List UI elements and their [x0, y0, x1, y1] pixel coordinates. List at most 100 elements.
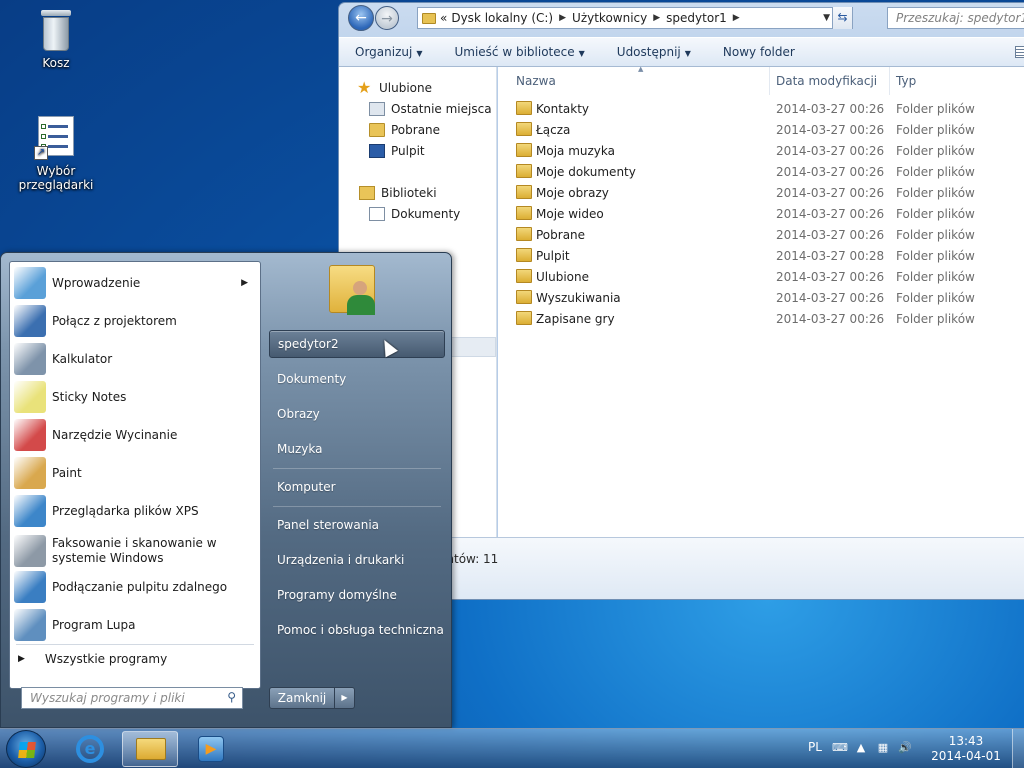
start-program-item[interactable]: Wprowadzenie ▶ — [10, 264, 260, 302]
file-date: 2014-03-27 00:26 — [776, 290, 885, 305]
nav-desktop[interactable]: Pulpit — [369, 144, 425, 158]
show-desktop-button[interactable] — [1012, 729, 1024, 768]
start-right-user-folder[interactable]: spedytor2 — [269, 330, 445, 358]
start-search-placeholder: Wyszukaj programy i pliki — [30, 691, 185, 705]
breadcrumb-separator-icon[interactable]: ▶ — [559, 13, 566, 23]
start-search-input[interactable]: Wyszukaj programy i pliki ⚲ — [21, 687, 243, 709]
show-hidden-icons-icon[interactable]: ▲ — [854, 742, 868, 754]
start-program-item[interactable]: Połącz z projektorem — [10, 302, 260, 340]
file-type: Folder plików — [896, 185, 975, 200]
breadcrumb-drive[interactable]: Dysk lokalny (C:) — [451, 11, 553, 25]
arrow-right-icon: ▶ — [18, 654, 25, 664]
file-row[interactable]: Zapisane gry 2014-03-27 00:26 Folder plikó… — [498, 308, 1024, 329]
file-row[interactable]: Moje dokumenty 2014-03-27 00:26 Folder pli… — [498, 161, 1024, 182]
network-icon[interactable]: ▦ — [876, 742, 890, 754]
start-right-pictures[interactable]: Obrazy — [269, 400, 445, 428]
start-right-default-programs[interactable]: Programy domyślne — [269, 581, 445, 609]
nav-libraries[interactable]: Biblioteki — [359, 186, 437, 200]
folder-icon — [516, 290, 532, 304]
forward-button[interactable]: → — [375, 6, 399, 30]
new-folder-button[interactable]: Nowy folder — [707, 45, 811, 59]
file-type: Folder plików — [896, 206, 975, 221]
start-right-computer[interactable]: Komputer — [269, 473, 445, 501]
file-row[interactable]: Łącza 2014-03-27 00:26 Folder plików — [498, 119, 1024, 140]
refresh-icon[interactable]: ⇆ — [832, 7, 852, 29]
folder-icon — [516, 269, 532, 283]
start-program-item[interactable]: Program Lupa — [10, 606, 260, 644]
keyboard-icon[interactable]: ⌨ — [832, 742, 848, 754]
dropdown-arrow-icon: ▼ — [416, 49, 423, 58]
start-program-item[interactable]: Podłączanie pulpitu zdalnego — [10, 568, 260, 606]
breadcrumb-separator-icon[interactable]: ▶ — [733, 13, 740, 23]
start-program-item[interactable]: Faksowanie i skanowanie w systemie Windo… — [10, 532, 260, 570]
nav-downloads[interactable]: Pobrane — [369, 123, 440, 137]
file-name: Pobrane — [536, 227, 586, 242]
start-program-label: Faksowanie i skanowanie w systemie Windo… — [52, 536, 217, 565]
share-menu[interactable]: Udostępnij ▼ — [601, 45, 707, 59]
nav-favorites-label: Ulubione — [379, 81, 433, 95]
start-program-item[interactable]: Narzędzie Wycinanie — [10, 416, 260, 454]
start-right-devices-printers[interactable]: Urządzenia i drukarki — [269, 546, 445, 574]
language-indicator[interactable]: PL — [808, 740, 822, 754]
start-program-item[interactable]: Kalkulator — [10, 340, 260, 378]
back-button[interactable]: ← — [348, 5, 374, 31]
volume-icon[interactable]: 🔊 — [898, 742, 912, 754]
recycle-bin-shortcut[interactable]: Kosz — [1, 8, 111, 70]
start-program-item[interactable]: Przeglądarka plików XPS — [10, 492, 260, 530]
folder-icon — [516, 206, 532, 220]
start-right-documents[interactable]: Dokumenty — [269, 365, 445, 393]
start-program-label: Wprowadzenie — [52, 276, 141, 290]
browser-choice-shortcut[interactable]: ↗ Wybór przeglądarki — [1, 116, 111, 192]
nav-recent-label: Ostatnie miejsca — [391, 102, 492, 116]
view-options-icon[interactable] — [1015, 46, 1024, 58]
column-type-label: Typ — [896, 74, 917, 88]
file-row[interactable]: Moja muzyka 2014-03-27 00:26 Folder plików — [498, 140, 1024, 161]
address-overflow[interactable]: « — [440, 11, 447, 25]
column-header-type[interactable]: Typ — [890, 67, 1024, 95]
start-program-item[interactable]: Sticky Notes — [10, 378, 260, 416]
organize-menu[interactable]: Organizuj ▼ — [339, 45, 438, 59]
downloads-icon — [369, 123, 385, 137]
internet-explorer-icon: e — [76, 735, 104, 763]
user-picture[interactable] — [327, 257, 379, 319]
address-dropdown-icon[interactable]: ▼ — [823, 13, 830, 23]
submenu-arrow-icon[interactable]: ▶ — [241, 278, 248, 288]
start-program-label: Podłączanie pulpitu zdalnego — [52, 580, 228, 594]
column-header-name[interactable]: Nazwa ▲ — [498, 65, 770, 95]
explorer-search-input[interactable]: Przeszukaj: spedytor1 — [887, 7, 1024, 29]
all-programs-button[interactable]: ▶ Wszystkie programy — [18, 652, 167, 666]
file-row[interactable]: Wyszukiwania 2014-03-27 00:26 Folder plikó… — [498, 287, 1024, 308]
nav-documents[interactable]: Dokumenty — [369, 207, 460, 221]
xps-viewer-icon — [14, 495, 46, 527]
shutdown-button[interactable]: Zamknij — [269, 687, 335, 709]
file-row[interactable]: Kontakty 2014-03-27 00:26 Folder plików — [498, 98, 1024, 119]
start-right-help-support[interactable]: Pomoc i obsługa techniczna — [269, 616, 445, 644]
user-body — [347, 295, 375, 315]
file-row[interactable]: Moje obrazy 2014-03-27 00:26 Folder plików — [498, 182, 1024, 203]
start-right-music[interactable]: Muzyka — [269, 435, 445, 463]
column-header-date[interactable]: Data modyfikacji — [770, 67, 890, 95]
clock[interactable]: 13:43 2014-04-01 — [924, 734, 1008, 764]
start-button[interactable] — [6, 730, 46, 768]
file-name: Łącza — [536, 122, 571, 137]
start-program-item[interactable]: Paint — [10, 454, 260, 492]
breadcrumb-user[interactable]: spedytor1 — [666, 11, 727, 25]
file-row[interactable]: Pulpit 2014-03-27 00:28 Folder plików — [498, 245, 1024, 266]
nav-recent-places[interactable]: Ostatnie miejsca — [369, 102, 492, 116]
windows-logo-icon — [18, 742, 36, 758]
file-type: Folder plików — [896, 290, 975, 305]
shutdown-options-arrow-icon[interactable]: ▶ — [335, 687, 355, 709]
file-row[interactable]: Ulubione 2014-03-27 00:26 Folder plików — [498, 266, 1024, 287]
file-row[interactable]: Moje wideo 2014-03-27 00:26 Folder plików — [498, 203, 1024, 224]
start-right-control-panel[interactable]: Panel sterowania — [269, 511, 445, 539]
divider — [273, 468, 441, 469]
folder-icon — [516, 164, 532, 178]
file-row[interactable]: Pobrane 2014-03-27 00:26 Folder plików — [498, 224, 1024, 245]
breadcrumb-separator-icon[interactable]: ▶ — [653, 13, 660, 23]
nav-favorites[interactable]: ★ Ulubione — [357, 80, 433, 96]
include-in-library-menu[interactable]: Umieść w bibliotece ▼ — [438, 45, 600, 59]
breadcrumb-users[interactable]: Użytkownicy — [572, 11, 647, 25]
address-bar[interactable]: « Dysk lokalny (C:) ▶ Użytkownicy ▶ sped… — [417, 7, 853, 29]
share-label: Udostępnij — [616, 45, 681, 59]
file-type: Folder plików — [896, 227, 975, 242]
